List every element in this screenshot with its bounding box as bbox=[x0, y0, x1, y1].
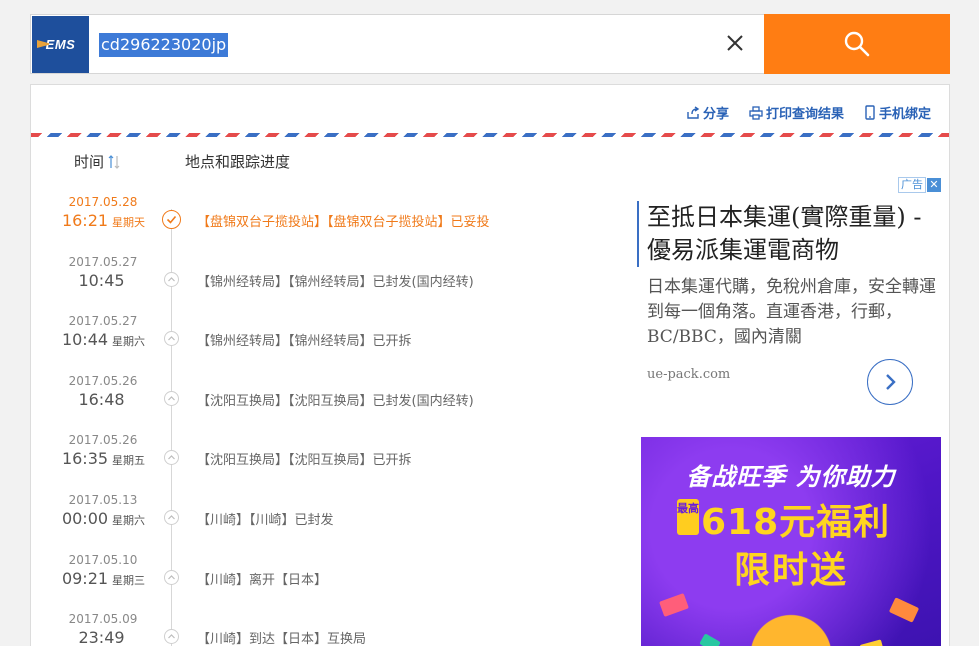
print-button[interactable]: 打印查询结果 bbox=[749, 103, 844, 122]
event-time: 10:44 星期六 bbox=[51, 330, 156, 349]
banner-advertisement[interactable]: 备战旺季 为你助力 最高 618元福利 限时送 bbox=[641, 437, 941, 646]
ad-title-link[interactable]: 至抵日本集運(實際重量) - 優易派集運電商物 bbox=[637, 201, 927, 267]
bind-phone-label: 手机绑定 bbox=[878, 107, 931, 122]
text-advertisement: 广告 ✕ 至抵日本集運(實際重量) - 優易派集運電商物 日本集運代購，免稅州倉… bbox=[637, 177, 941, 407]
event-description: 【锦州经转局】【锦州经转局】已封发(国内经转) bbox=[197, 274, 474, 290]
share-label: 分享 bbox=[702, 107, 729, 122]
event-time: 16:21 星期天 bbox=[51, 211, 156, 230]
event-clock: 10:44 bbox=[61, 330, 109, 350]
ad-open-button[interactable] bbox=[867, 359, 913, 405]
print-label: 打印查询结果 bbox=[765, 107, 844, 122]
event-clock: 10:45 bbox=[78, 270, 125, 290]
event-date: 2017.05.26 bbox=[68, 433, 138, 448]
time-header-label: 时间 bbox=[74, 153, 105, 171]
banner-offer: 618元福利 bbox=[701, 502, 891, 543]
tracking-event-row: 2017.05.09 23:49 【川崎】到达【日本】互换局 bbox=[31, 612, 631, 646]
banner-limited: 限时送 bbox=[733, 550, 848, 591]
banner-max-badge: 最高 bbox=[677, 499, 699, 535]
event-weekday: 星期五 bbox=[112, 454, 146, 468]
timeline-node-icon bbox=[164, 629, 179, 645]
ad-badge: 广告 ✕ bbox=[898, 177, 941, 193]
clear-button[interactable] bbox=[723, 31, 747, 55]
sort-icon bbox=[108, 154, 120, 169]
event-weekday: 星期天 bbox=[112, 216, 146, 229]
share-icon bbox=[687, 105, 700, 119]
event-date: 2017.05.13 bbox=[68, 493, 138, 507]
timeline-node-icon bbox=[164, 569, 179, 585]
event-time: 23:49 bbox=[51, 628, 156, 646]
tracking-event-row: 2017.05.27 10:44 星期六 【锦州经转局】【锦州经转局】已开拆 bbox=[31, 314, 631, 374]
timeline-node-icon bbox=[164, 390, 179, 406]
event-clock: 00:00 bbox=[61, 509, 109, 528]
tracking-event-row: 2017.05.10 09:21 星期三 【川崎】离开【日本】 bbox=[31, 553, 631, 613]
ad-label: 广告 bbox=[898, 177, 926, 193]
search-bar: EMS cd296223020jp bbox=[30, 14, 950, 74]
coupon-icon bbox=[859, 639, 885, 646]
event-date: 2017.05.27 bbox=[68, 254, 138, 269]
tracking-number-selected[interactable]: cd296223020jp bbox=[99, 33, 229, 57]
banner-slogan: 备战旺季 为你助力 bbox=[686, 463, 896, 491]
coupon-icon bbox=[699, 633, 721, 646]
timeline-node-icon bbox=[164, 450, 179, 466]
event-weekday: 星期六 bbox=[112, 514, 146, 527]
place-column-header: 地点和跟踪进度 bbox=[185, 153, 291, 171]
event-date: 2017.05.27 bbox=[68, 314, 138, 329]
event-description: 【川崎】到达【日本】互换局 bbox=[197, 632, 367, 646]
event-clock: 16:35 bbox=[61, 449, 109, 469]
event-date: 2017.05.09 bbox=[68, 612, 138, 627]
tracking-result-panel: 分享 打印查询结果 手机绑定 时间 地点和跟踪进度 2017.05.28 16:… bbox=[30, 84, 950, 646]
event-date: 2017.05.26 bbox=[68, 373, 138, 388]
event-time: 09:21 星期三 bbox=[51, 569, 156, 588]
logo-text: EMS bbox=[45, 37, 76, 52]
event-description: 【锦州经转局】【锦州经转局】已开拆 bbox=[197, 334, 412, 350]
ad-description: 日本集運代購，免稅州倉庫，安全轉運到每一個角落。直運香港，行郵，BC/BBC，國… bbox=[647, 277, 936, 347]
tracking-event-row: 2017.05.28 16:21 星期天 【盘锦双台子揽投站】【盘锦双台子揽投站】已妥… bbox=[31, 195, 631, 255]
timeline-node-icon bbox=[164, 510, 179, 525]
event-description: 【沈阳互换局】【沈阳互换局】已开拆 bbox=[197, 453, 412, 469]
ems-logo: EMS bbox=[32, 16, 89, 73]
event-clock: 16:48 bbox=[78, 389, 125, 409]
timeline-node-icon bbox=[164, 271, 179, 287]
event-description: 【川崎】离开【日本】 bbox=[197, 572, 328, 588]
search-button[interactable] bbox=[764, 14, 950, 74]
time-column-header[interactable]: 时间 bbox=[74, 151, 120, 172]
ad-domain: ue-pack.com bbox=[647, 367, 731, 382]
tracking-event-row: 2017.05.27 10:45 【锦州经转局】【锦州经转局】已封发(国内经转) bbox=[31, 255, 631, 315]
event-clock: 23:49 bbox=[78, 628, 125, 646]
timeline-node-icon bbox=[164, 331, 179, 347]
event-date: 2017.05.10 bbox=[68, 552, 138, 567]
share-button[interactable]: 分享 bbox=[686, 103, 729, 122]
event-clock: 16:21 bbox=[61, 211, 109, 230]
event-time: 00:00 星期六 bbox=[51, 509, 156, 528]
search-icon bbox=[844, 31, 870, 57]
bind-phone-button[interactable]: 手机绑定 bbox=[864, 103, 931, 122]
event-time: 16:48 bbox=[51, 390, 156, 409]
result-actions: 分享 打印查询结果 手机绑定 bbox=[686, 103, 931, 122]
coupon-icon bbox=[888, 597, 920, 623]
event-date: 2017.05.28 bbox=[68, 195, 138, 209]
delivered-check-icon bbox=[162, 210, 181, 229]
chevron-right-icon bbox=[886, 374, 896, 390]
ad-close-icon[interactable]: ✕ bbox=[927, 178, 941, 192]
event-description: 【川崎】【川崎】已封发 bbox=[197, 513, 334, 528]
close-icon bbox=[727, 35, 743, 51]
tracking-event-row: 2017.05.26 16:35 星期五 【沈阳互换局】【沈阳互换局】已开拆 bbox=[31, 433, 631, 493]
event-time: 16:35 星期五 bbox=[51, 449, 156, 468]
event-weekday: 星期三 bbox=[112, 573, 146, 587]
coupon-icon bbox=[659, 593, 689, 617]
printer-icon bbox=[749, 105, 763, 120]
tracking-event-row: 2017.05.26 16:48 【沈阳互换局】【沈阳互换局】已封发(国内经转) bbox=[31, 374, 631, 434]
event-time: 10:45 bbox=[51, 271, 156, 290]
event-description: 【盘锦双台子揽投站】【盘锦双台子揽投站】已妥投 bbox=[197, 215, 490, 230]
event-description: 【沈阳互换局】【沈阳互换局】已封发(国内经转) bbox=[197, 393, 474, 409]
tracking-event-row: 2017.05.13 00:00 星期六 【川崎】【川崎】已封发 bbox=[31, 493, 631, 553]
event-weekday: 星期六 bbox=[112, 335, 146, 349]
event-clock: 09:21 bbox=[61, 568, 109, 588]
airmail-divider bbox=[31, 133, 949, 137]
phone-icon bbox=[865, 105, 875, 120]
